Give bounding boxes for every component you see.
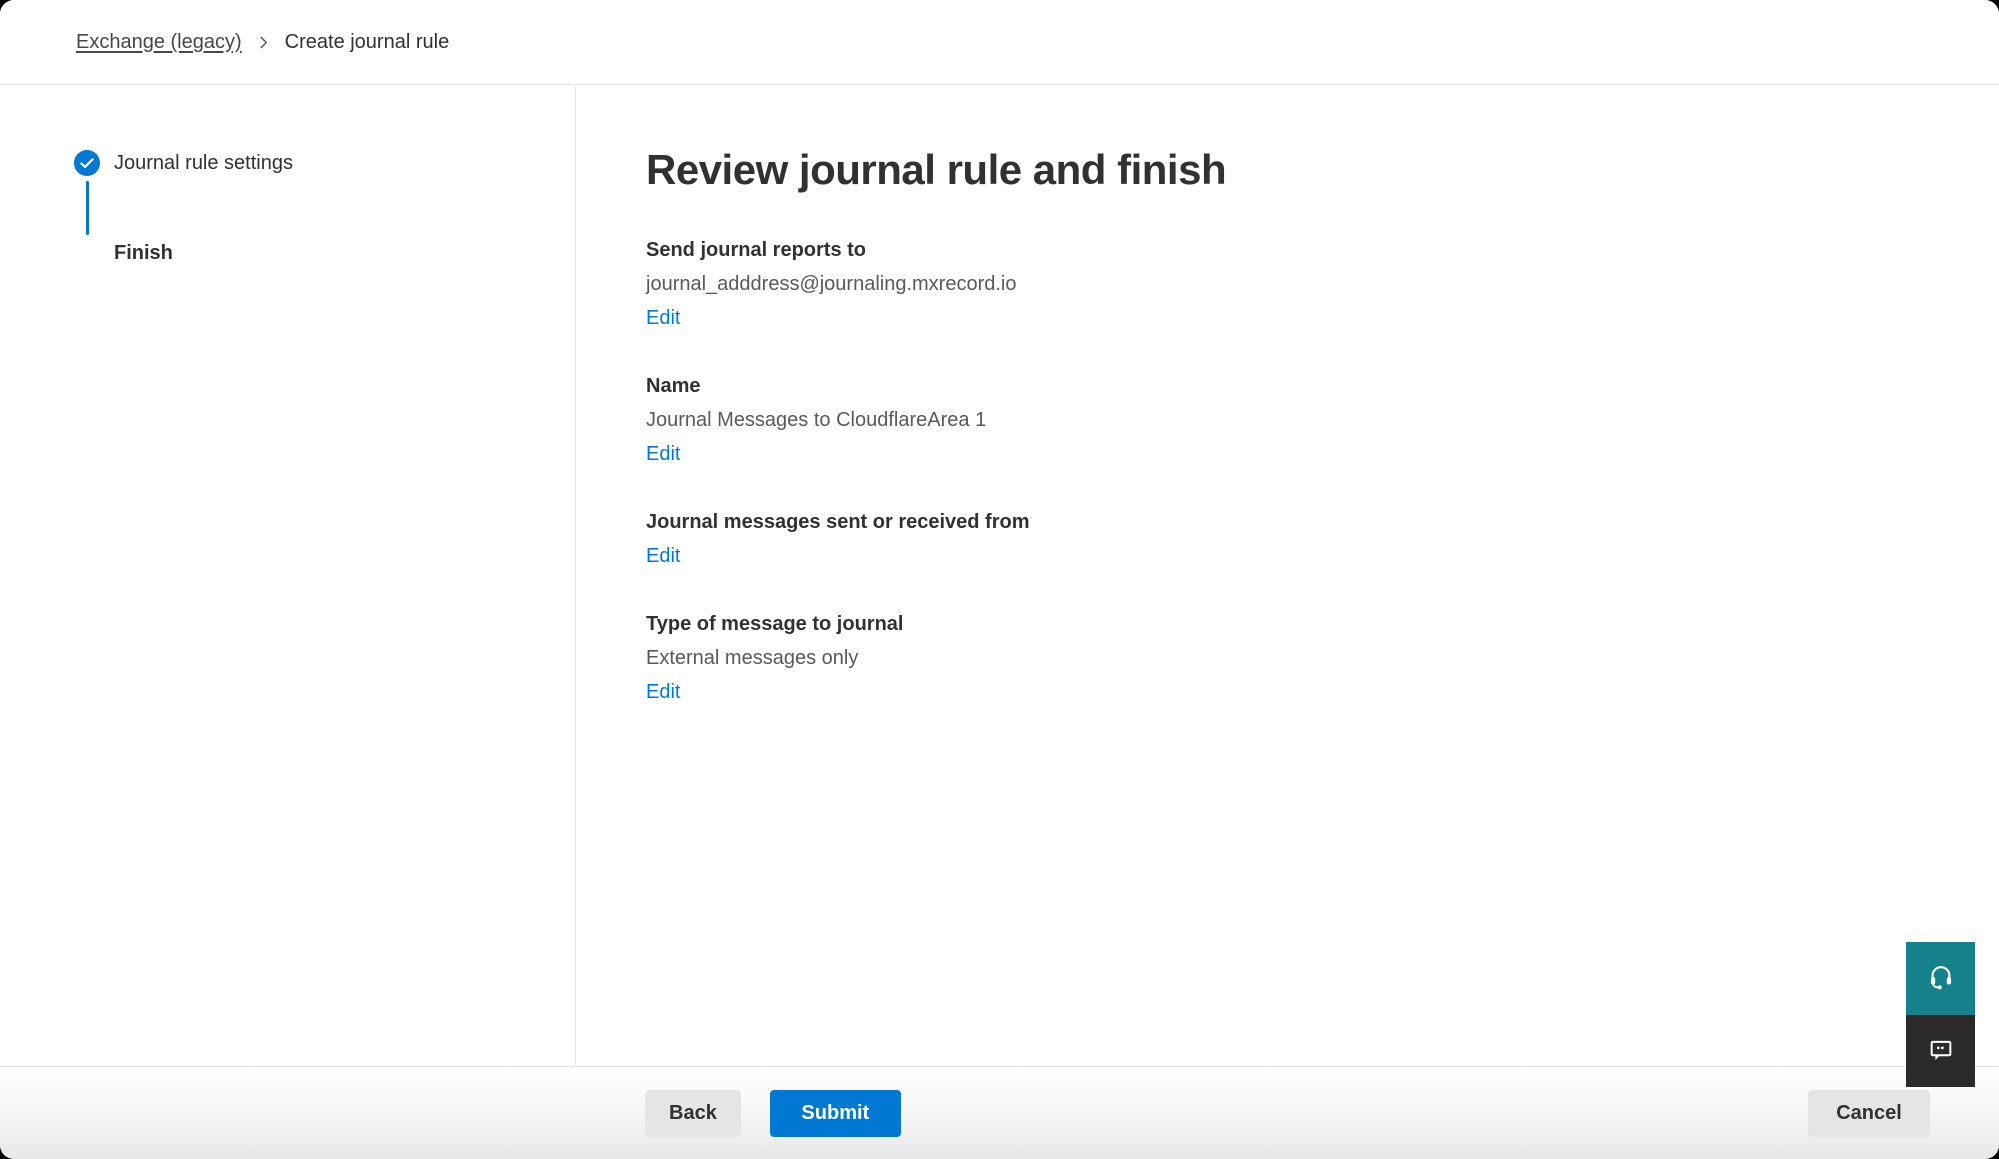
review-section-type-of-message-to-journal: Type of message to journal External mess… — [646, 613, 1939, 703]
feedback-icon — [1927, 1036, 1955, 1067]
help-button[interactable] — [1906, 942, 1975, 1015]
wizard-step-finish[interactable]: Finish — [74, 240, 575, 266]
edit-link[interactable]: Edit — [646, 681, 680, 703]
wizard-step-label: Journal rule settings — [114, 152, 293, 175]
section-label: Type of message to journal — [646, 613, 1939, 635]
section-value: External messages only — [646, 647, 1939, 669]
check-circle-icon — [74, 150, 100, 176]
page-title: Review journal rule and finish — [646, 146, 1939, 194]
section-label: Name — [646, 375, 1939, 397]
section-label: Journal messages sent or received from — [646, 511, 1939, 533]
back-button[interactable]: Back — [645, 1090, 741, 1137]
feedback-button[interactable] — [1906, 1015, 1975, 1087]
wizard-step-connector — [86, 181, 89, 235]
submit-button[interactable]: Submit — [770, 1090, 901, 1137]
edit-link[interactable]: Edit — [646, 545, 680, 567]
section-value: journal_adddress@journaling.mxrecord.io — [646, 273, 1939, 295]
review-section-send-journal-reports-to: Send journal reports to journal_adddress… — [646, 239, 1939, 329]
wizard-step-journal-rule-settings[interactable]: Journal rule settings — [74, 150, 575, 176]
breadcrumb-exchange-legacy[interactable]: Exchange (legacy) — [76, 31, 242, 54]
edit-link[interactable]: Edit — [646, 307, 680, 329]
edit-link[interactable]: Edit — [646, 443, 680, 465]
headset-icon — [1927, 963, 1955, 994]
content-area: Journal rule settings Finish Review jour… — [0, 86, 1999, 1065]
header: Exchange (legacy) Create journal rule — [0, 0, 1999, 85]
section-label: Send journal reports to — [646, 239, 1939, 261]
wizard-step-label: Finish — [114, 242, 173, 265]
footer-action-bar: Back Submit Cancel — [0, 1066, 1999, 1159]
review-panel: Review journal rule and finish Send jour… — [576, 86, 1999, 1065]
breadcrumb-create-journal-rule: Create journal rule — [285, 31, 450, 54]
app-window: Exchange (legacy) Create journal rule Jo… — [0, 0, 1999, 1159]
review-section-journal-messages-sent-or-received-from: Journal messages sent or received from E… — [646, 511, 1939, 567]
floating-button-stack — [1906, 942, 1975, 1087]
breadcrumb: Exchange (legacy) Create journal rule — [76, 31, 449, 54]
review-section-name: Name Journal Messages to CloudflareArea … — [646, 375, 1939, 465]
section-value: Journal Messages to CloudflareArea 1 — [646, 409, 1939, 431]
chevron-right-icon — [257, 36, 270, 49]
filled-dot-icon — [74, 240, 100, 266]
cancel-button[interactable]: Cancel — [1808, 1090, 1930, 1137]
wizard-steps-panel: Journal rule settings Finish — [0, 86, 576, 1065]
